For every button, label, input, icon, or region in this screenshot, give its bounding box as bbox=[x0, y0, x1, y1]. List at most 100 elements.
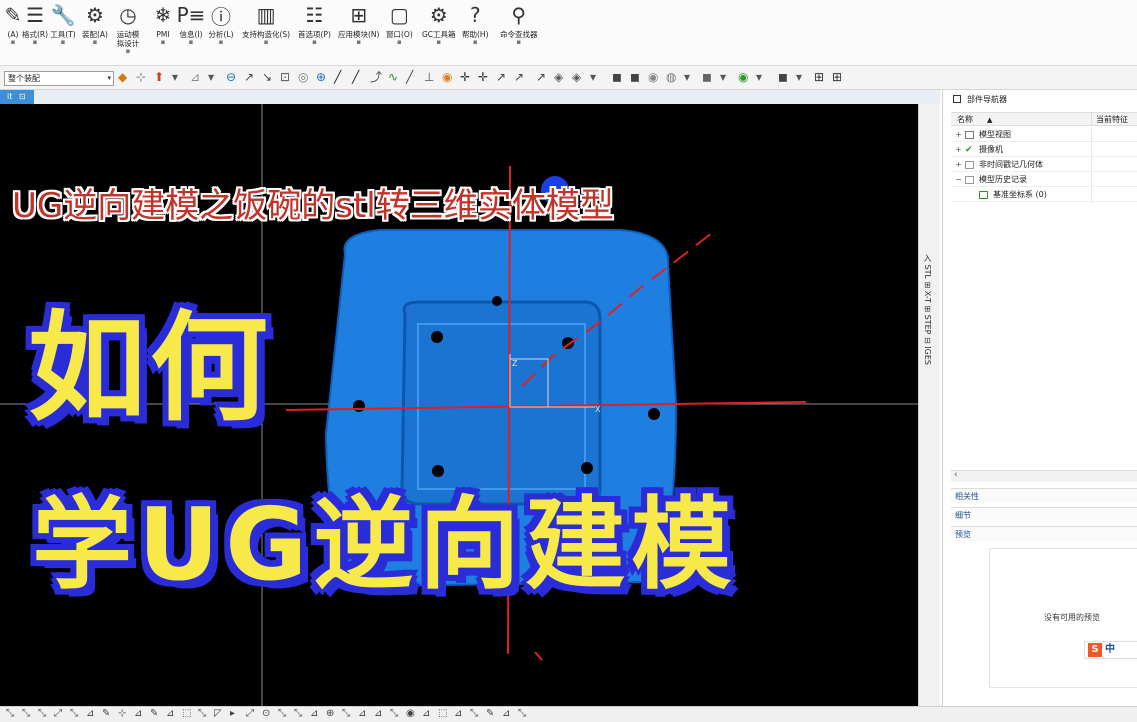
support-icon[interactable]: ▥ bbox=[253, 2, 279, 28]
toolbar-tool-icon[interactable]: ◆ bbox=[118, 70, 127, 84]
ribbon-button-3[interactable]: ⚙ 装配(A) ▪ bbox=[82, 0, 108, 64]
toolbar-tool-icon[interactable]: ◼ bbox=[702, 70, 712, 84]
toolbar-tool-icon[interactable]: ⊿ bbox=[190, 70, 200, 84]
wrench-icon[interactable]: 🔧 bbox=[50, 2, 76, 28]
ribbon-button-5[interactable]: ❄ PMI ▪ bbox=[150, 0, 176, 64]
toolbar-tool-icon[interactable]: ▾ bbox=[590, 70, 596, 84]
help-icon[interactable]: ? bbox=[462, 2, 488, 28]
status-tool-icon[interactable]: ✎ bbox=[150, 708, 158, 719]
toolbar-tool-icon[interactable]: ∿ bbox=[388, 70, 398, 84]
pmi-icon[interactable]: ❄ bbox=[150, 2, 176, 28]
file-format-side-tabs[interactable]: 入 STL ⊞ X-T ⊞ STEP ⊟ IGES bbox=[918, 104, 940, 706]
dropdown-dot-icon[interactable]: ▪ bbox=[473, 39, 478, 46]
ribbon-button-4[interactable]: ◷ 运动模 拟设计 ▪ bbox=[115, 0, 141, 64]
toolbar-tool-icon[interactable]: ▾ bbox=[208, 70, 214, 84]
status-tool-icon[interactable]: ⊕ bbox=[326, 708, 334, 719]
dropdown-dot-icon[interactable]: ▪ bbox=[93, 39, 98, 46]
ribbon-button-12[interactable]: ⚙ GC工具箱 ▪ bbox=[422, 0, 456, 64]
toolbar-tool-icon[interactable]: ⊥ bbox=[424, 70, 434, 84]
window-icon[interactable]: ▢ bbox=[386, 2, 412, 28]
status-tool-icon[interactable]: ✎ bbox=[102, 708, 110, 719]
toolbar-tool-icon[interactable]: ✛ bbox=[478, 70, 488, 84]
toolbar-tool-icon[interactable]: ◉ bbox=[442, 70, 452, 84]
status-tool-icon[interactable]: ✎ bbox=[486, 708, 494, 719]
status-tool-icon[interactable]: ⊿ bbox=[310, 708, 318, 719]
ribbon-button-11[interactable]: ▢ 窗口(O) ▪ bbox=[386, 0, 413, 64]
navigator-tree-row[interactable]: + ✔ 摄像机 bbox=[951, 143, 1137, 157]
toolbar-tool-icon[interactable]: ⊡ bbox=[280, 70, 290, 84]
dropdown-dot-icon[interactable]: ▪ bbox=[61, 39, 66, 46]
status-tool-icon[interactable]: ⤢ bbox=[246, 708, 254, 719]
toolbar-tool-icon[interactable]: ⊹ bbox=[136, 70, 146, 84]
navigator-tree-row[interactable]: − 模型历史记录 bbox=[951, 173, 1137, 187]
dropdown-dot-icon[interactable]: ▪ bbox=[11, 39, 16, 46]
status-tool-icon[interactable]: ⤡ bbox=[38, 708, 46, 719]
column-name[interactable]: 名称 ▲ bbox=[957, 113, 992, 127]
status-tool-icon[interactable]: ⊿ bbox=[502, 708, 510, 719]
status-tool-icon[interactable]: ⤡ bbox=[70, 708, 78, 719]
ribbon-button-1[interactable]: ☰ 格式(R) ▪ bbox=[22, 0, 48, 64]
dropdown-dot-icon[interactable]: ▪ bbox=[397, 39, 402, 46]
selection-scope-dropdown[interactable]: 整个装配 ▾ bbox=[4, 71, 114, 86]
status-tool-icon[interactable]: ⊿ bbox=[134, 708, 142, 719]
status-tool-icon[interactable]: ⤡ bbox=[470, 708, 478, 719]
status-tool-icon[interactable]: ⤡ bbox=[22, 708, 30, 719]
ribbon-button-7[interactable]: ⓘ 分析(L) ▪ bbox=[208, 0, 234, 64]
side-tabs-label[interactable]: 入 STL ⊞ X-T ⊞ STEP ⊟ IGES bbox=[922, 254, 933, 365]
dropdown-dot-icon[interactable]: ▪ bbox=[33, 39, 38, 46]
status-tool-icon[interactable]: ⤡ bbox=[198, 708, 206, 719]
pin-icon[interactable]: ⊡ bbox=[19, 92, 26, 101]
toolbar-tool-icon[interactable]: ◉ bbox=[738, 70, 748, 84]
toolbar-tool-icon[interactable]: ↗ bbox=[496, 70, 506, 84]
status-tool-icon[interactable]: ⬚ bbox=[438, 708, 447, 719]
dropdown-dot-icon[interactable]: ▪ bbox=[219, 39, 224, 46]
application-icon[interactable]: ⊞ bbox=[346, 2, 372, 28]
ribbon-button-9[interactable]: ☷ 首选项(P) ▪ bbox=[298, 0, 331, 64]
toolbar-tool-icon[interactable]: ╱ bbox=[352, 70, 359, 84]
toolbar-tool-icon[interactable]: ◎ bbox=[298, 70, 308, 84]
status-tool-icon[interactable]: ▸ bbox=[230, 708, 235, 719]
toolbar-tool-icon[interactable]: ↘ bbox=[262, 70, 272, 84]
sort-ascending-icon[interactable]: ▲ bbox=[987, 116, 992, 124]
toolbar-tool-icon[interactable]: ◼ bbox=[612, 70, 622, 84]
toolbar-tool-icon[interactable]: ◉ bbox=[648, 70, 658, 84]
column-current-feature[interactable]: 当前特征 bbox=[1091, 113, 1128, 126]
toolbar-tool-icon[interactable]: ▾ bbox=[796, 70, 802, 84]
status-tool-icon[interactable]: ⤡ bbox=[342, 708, 350, 719]
status-tool-icon[interactable]: ⊿ bbox=[166, 708, 174, 719]
ime-toolbar[interactable]: S中 bbox=[1084, 641, 1137, 659]
status-tool-icon[interactable]: ⤡ bbox=[278, 708, 286, 719]
dropdown-dot-icon[interactable]: ▪ bbox=[356, 39, 361, 46]
ribbon-button-6[interactable]: P≡ 信息(I) ▪ bbox=[177, 0, 206, 64]
toolbar-tool-icon[interactable]: ◈ bbox=[554, 70, 563, 84]
command-finder-icon[interactable]: ⚲ bbox=[506, 2, 532, 28]
toolbar-tool-icon[interactable]: ╱ bbox=[334, 70, 341, 84]
dropdown-dot-icon[interactable]: ▪ bbox=[516, 39, 521, 46]
dropdown-dot-icon[interactable]: ▪ bbox=[161, 39, 166, 46]
navigator-tree-row[interactable]: 基准坐标系 (0) bbox=[951, 188, 1137, 202]
scroll-left-icon[interactable]: ‹ bbox=[954, 470, 958, 480]
format-icon[interactable]: ☰ bbox=[22, 2, 48, 28]
toolbar-tool-icon[interactable]: ⊞ bbox=[832, 70, 842, 84]
navigator-horizontal-scrollbar[interactable]: ‹ bbox=[951, 470, 1137, 482]
toolbar-tool-icon[interactable]: ◼ bbox=[630, 70, 640, 84]
assembly-icon[interactable]: ⚙ bbox=[82, 2, 108, 28]
navigator-tree-row[interactable]: + 模型视图 bbox=[951, 128, 1137, 142]
status-tool-icon[interactable]: ⊙ bbox=[262, 708, 270, 719]
dropdown-dot-icon[interactable]: ▪ bbox=[126, 48, 131, 55]
status-tool-icon[interactable]: ⤢ bbox=[54, 708, 62, 719]
sogou-ime-icon[interactable]: S bbox=[1088, 643, 1102, 657]
toolbar-tool-icon[interactable]: ◼ bbox=[778, 70, 788, 84]
status-tool-icon[interactable]: ⊿ bbox=[86, 708, 94, 719]
collapse-icon[interactable]: − bbox=[955, 173, 962, 187]
toolbar-tool-icon[interactable]: ◍ bbox=[666, 70, 676, 84]
status-tool-icon[interactable]: ⬚ bbox=[182, 708, 191, 719]
status-tool-icon[interactable]: ⊿ bbox=[422, 708, 430, 719]
toolbar-tool-icon[interactable]: ⊖ bbox=[226, 70, 236, 84]
dropdown-dot-icon[interactable]: ▪ bbox=[436, 39, 441, 46]
analysis-icon[interactable]: ⓘ bbox=[208, 2, 234, 29]
ribbon-button-13[interactable]: ? 帮助(H) ▪ bbox=[462, 0, 489, 64]
toolbar-tool-icon[interactable]: ▾ bbox=[684, 70, 690, 84]
expand-icon[interactable]: + bbox=[955, 158, 962, 172]
status-tool-icon[interactable]: ⤡ bbox=[390, 708, 398, 719]
